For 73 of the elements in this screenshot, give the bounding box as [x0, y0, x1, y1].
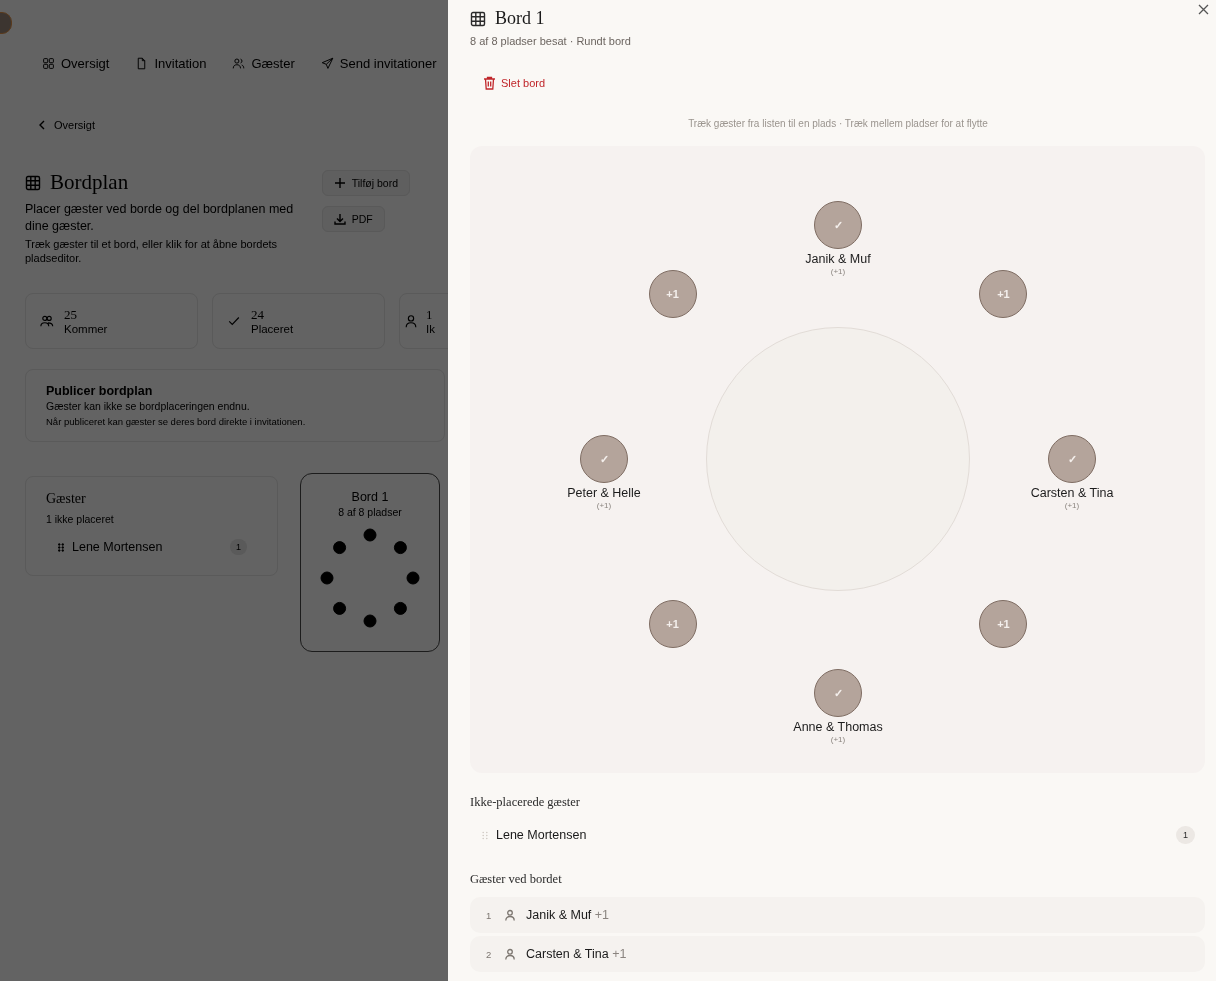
guest-count: 1 — [230, 539, 247, 555]
seated-guest-row[interactable]: 2 Carsten & Tina +1 — [470, 936, 1205, 972]
chevron-left-icon — [38, 120, 46, 130]
plus-one-seat[interactable]: +1 — [648, 269, 697, 318]
drag-hint: Træk gæster fra listen til en plads · Træk mellem pladser for at flytte — [687, 118, 989, 129]
back-link[interactable]: Oversigt — [38, 119, 95, 131]
panel-title: Bord 1 — [495, 8, 545, 29]
seated-guest-name: Carsten & Tina +1 — [526, 947, 627, 961]
seat-guest-name: Janik & Muf — [805, 252, 871, 266]
nav-tab[interactable]: Gæster — [232, 56, 295, 71]
check-icon — [227, 314, 241, 328]
guest-name[interactable]: Lene Mortensen — [72, 540, 222, 554]
publish-title: Publicer bordplan — [46, 384, 154, 398]
guest-count: 1 — [1176, 826, 1195, 844]
table-card[interactable]: Bord 1 8 af 8 pladser — [300, 473, 440, 652]
stat-label: Kommer — [64, 323, 108, 335]
seat-number: 1 — [486, 909, 493, 921]
occupied-seat[interactable]: ✓ — [580, 435, 628, 483]
grid-icon — [470, 10, 486, 27]
page-title: Bordplan — [50, 170, 129, 195]
publish-text: Gæster kan ikke se bordplaceringen endnu. — [46, 400, 251, 412]
seated-heading: Gæster ved bordet — [470, 872, 563, 887]
panel-subtitle: 8 af 8 pladser besat · Rundt bord — [470, 35, 632, 47]
occupied-seat[interactable]: ✓ — [1048, 435, 1096, 483]
drag-handle-icon[interactable] — [58, 542, 64, 552]
seated-guest-name: Janik & Muf +1 — [526, 908, 610, 922]
guest-name[interactable]: Lene Mortensen — [496, 828, 1168, 842]
seat-note: (+1) — [829, 735, 847, 744]
person-icon — [504, 909, 516, 921]
guests-subtitle: 1 ikke placeret — [46, 513, 115, 525]
grid-icon — [25, 174, 41, 191]
download-icon — [333, 213, 346, 225]
page-hint: Træk gæster til et bord, eller klik for at åbne bordets pladseditor. — [25, 237, 279, 265]
person-icon — [404, 314, 418, 328]
publish-hint: Når publiceret kan gæster se deres bord direkte i invitationen. — [46, 416, 307, 427]
person-icon — [504, 948, 516, 960]
seat-number: 2 — [486, 948, 493, 960]
stat-value: 1 — [426, 307, 434, 323]
seat-note: (+1) — [829, 267, 847, 276]
close-icon — [1197, 4, 1209, 15]
pdf-button[interactable]: PDF — [321, 206, 385, 232]
seat-note: (+1) — [595, 501, 613, 510]
drag-handle-icon[interactable] — [482, 830, 488, 840]
nav-tab[interactable]: Invitation — [135, 56, 207, 71]
occupied-seat[interactable]: ✓ — [814, 669, 862, 717]
plus-one-seat[interactable]: +1 — [648, 600, 697, 649]
add-table-button[interactable]: Tilføj bord — [321, 170, 410, 196]
seat-guest-name: Anne & Thomas — [793, 720, 883, 734]
guests-title: Gæster — [46, 491, 87, 507]
seat-guest-name: Peter & Helle — [567, 486, 641, 500]
stat-value: 24 — [251, 307, 265, 323]
seated-guest-row[interactable]: 1 Janik & Muf +1 — [470, 897, 1205, 933]
plus-one-seat[interactable]: +1 — [979, 600, 1028, 649]
table-capacity: 8 af 8 pladser — [338, 506, 402, 518]
people-icon — [232, 57, 246, 70]
nav-tab[interactable]: Oversigt — [42, 56, 110, 71]
nav-tab[interactable]: Send invitationer — [320, 56, 437, 71]
page-description: Placer gæster ved borde og del bordplanen med dine gæster. — [25, 201, 295, 235]
delete-table-button[interactable]: Slet bord — [480, 73, 549, 93]
stat-label: Placeret — [251, 323, 294, 335]
stat-value: 25 — [64, 307, 78, 323]
trash-icon — [483, 76, 496, 90]
table-name: Bord 1 — [351, 490, 389, 504]
seat-guest-name: Carsten & Tina — [1030, 486, 1114, 500]
occupied-seat[interactable]: ✓ — [814, 201, 862, 249]
plus-one-seat[interactable]: +1 — [979, 269, 1028, 318]
seat-note: (+1) — [1063, 501, 1081, 510]
people-icon — [40, 314, 54, 328]
unplaced-heading: Ikke-placerede gæster — [470, 795, 581, 810]
grid-icon — [42, 57, 55, 70]
plus-icon — [333, 177, 346, 189]
stat-label: Ik — [426, 323, 435, 335]
paper-plane-icon — [320, 57, 334, 70]
